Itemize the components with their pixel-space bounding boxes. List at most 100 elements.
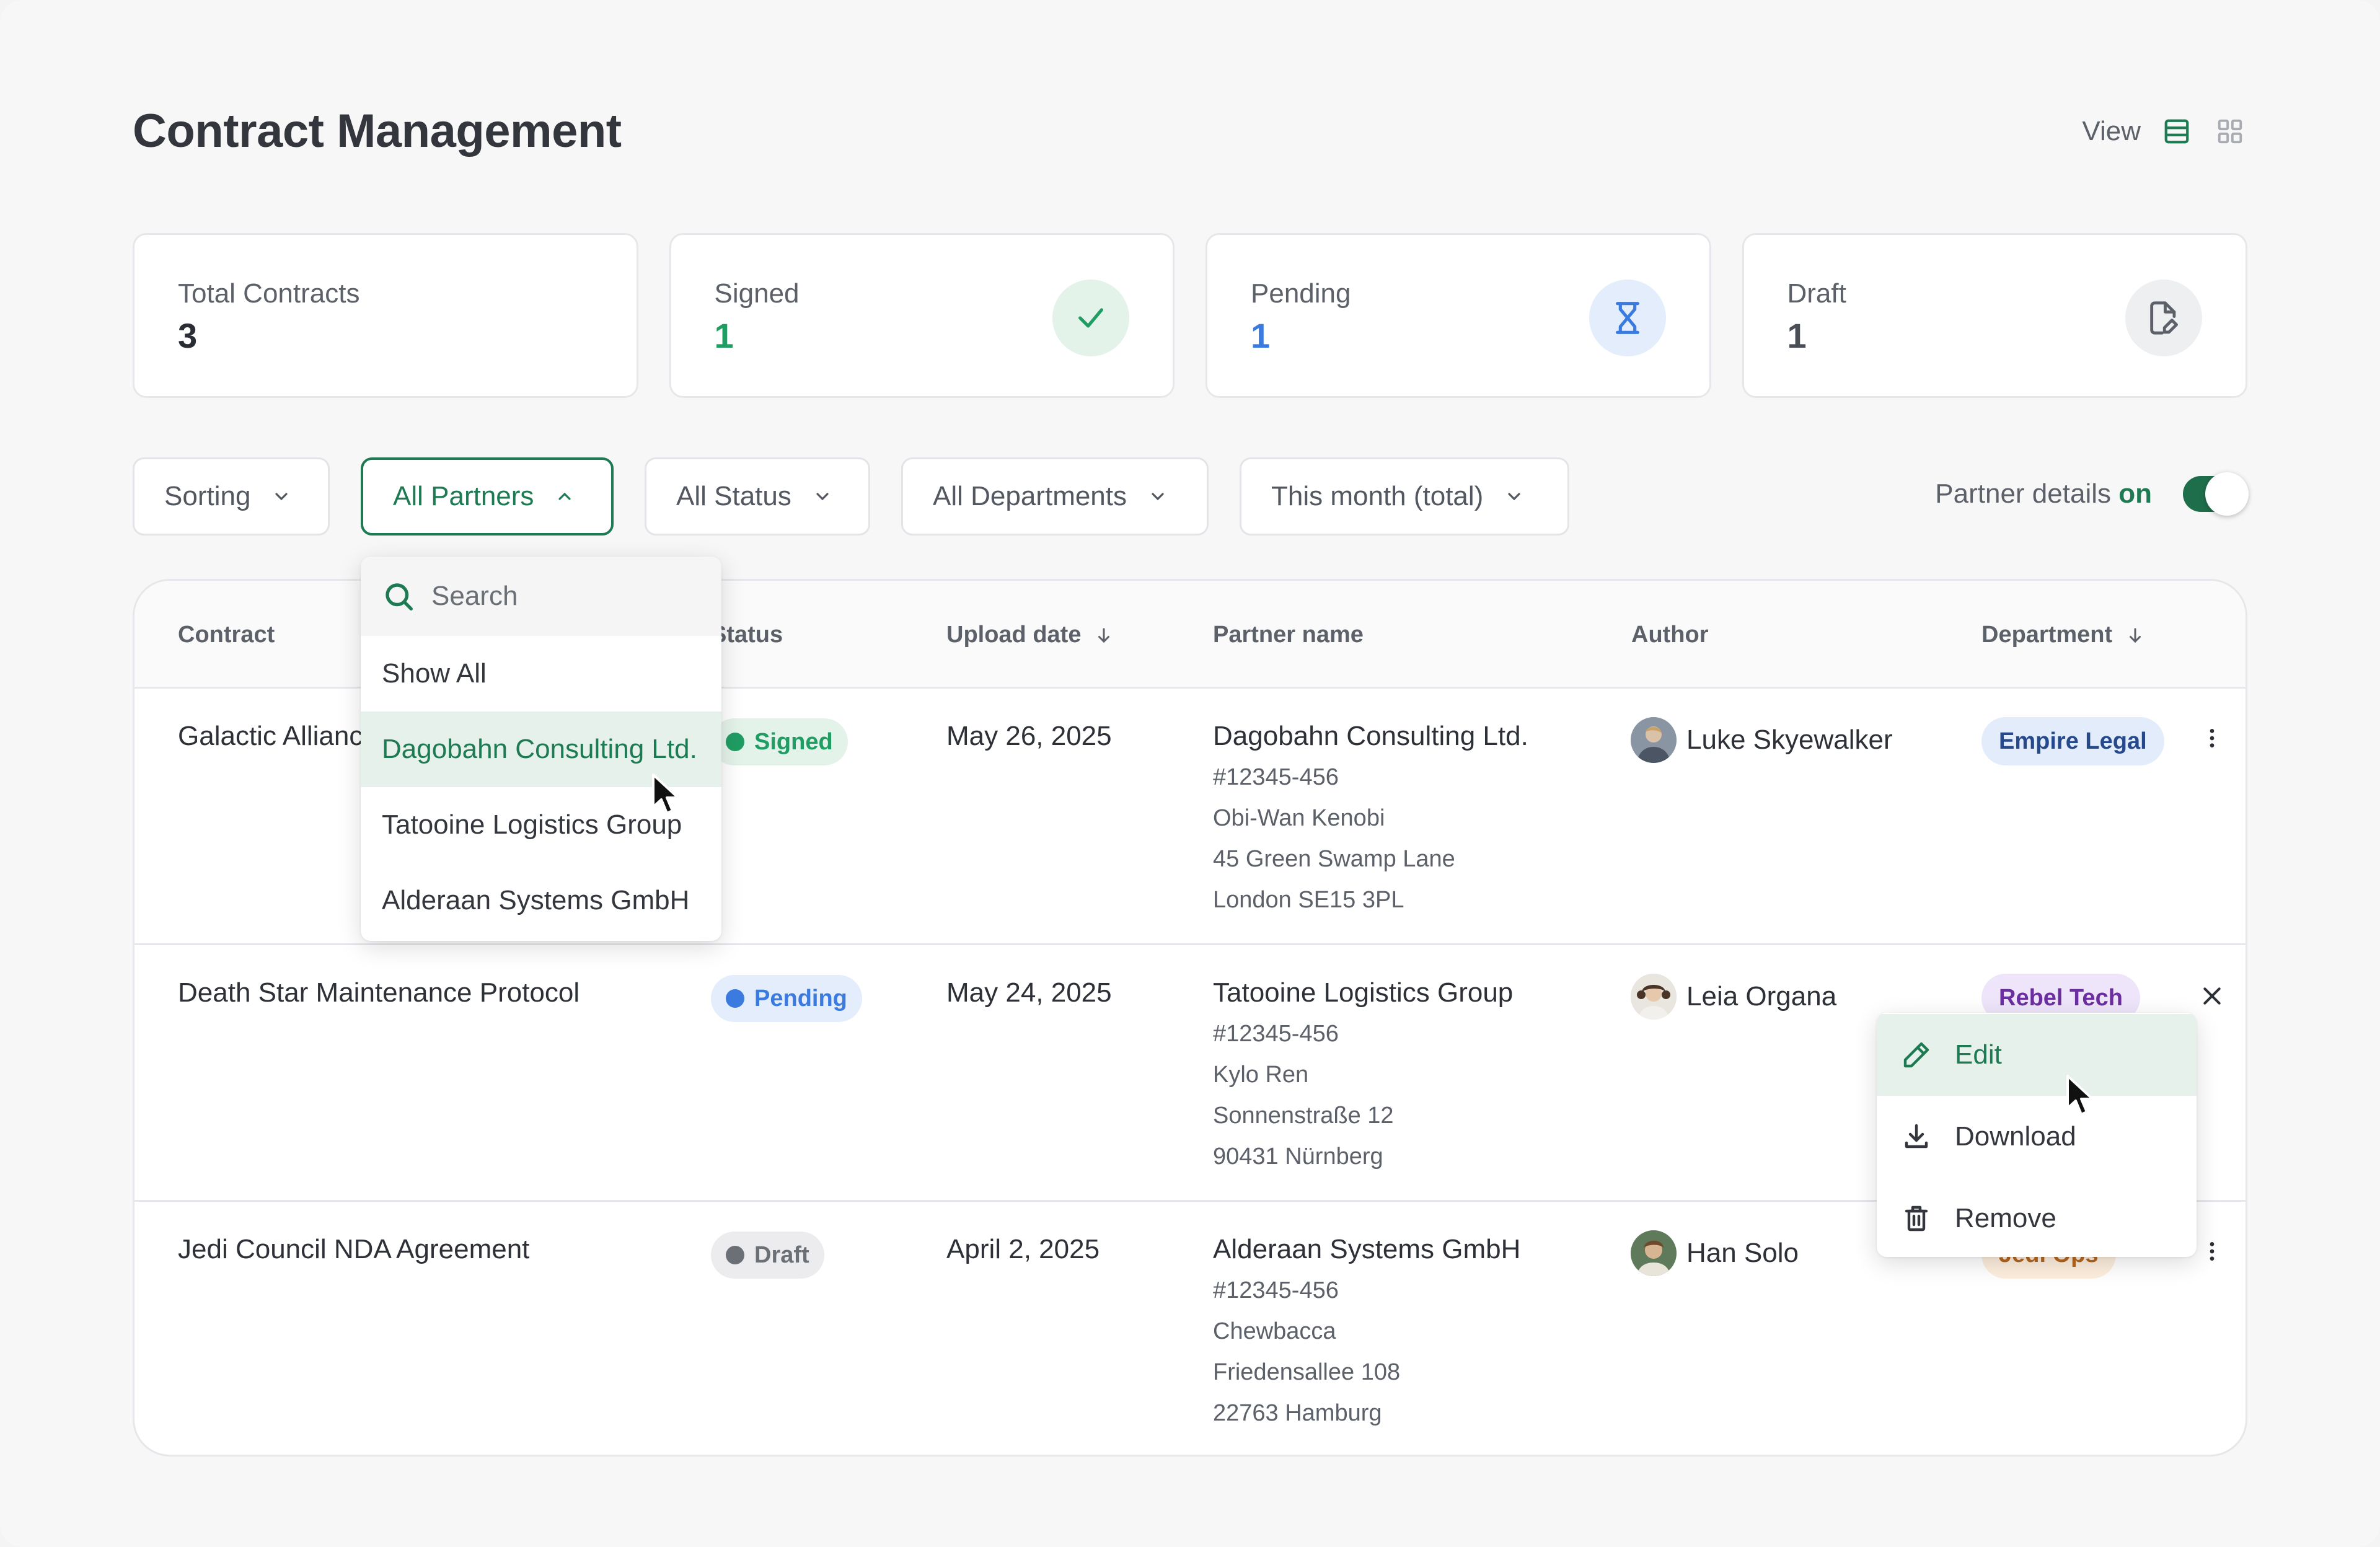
status-dot	[726, 733, 744, 751]
partner-details-toggle[interactable]	[2183, 472, 2249, 516]
partner-contact: Kylo Ren	[1213, 1062, 1309, 1088]
status-badge: Pending	[711, 975, 862, 1022]
menu-item-label: Edit	[1955, 1039, 2002, 1070]
partner-street: 45 Green Swamp Lane	[1213, 846, 1455, 872]
partner-contact: Obi-Wan Kenobi	[1213, 805, 1385, 831]
arrow-down-icon	[1098, 628, 1110, 643]
dropdown-option-show-all[interactable]: Show All	[361, 636, 721, 712]
dropdown-option-alderaan[interactable]: Alderaan Systems GmbH	[361, 863, 721, 938]
partner-name: Tatooine Logistics Group	[1213, 977, 1514, 1008]
more-options-icon[interactable]	[2193, 1233, 2231, 1270]
partner-id: #12345-456	[1213, 764, 1339, 790]
author-name: Luke Skyewalker	[1686, 725, 1893, 755]
filter-label: All Departments	[933, 481, 1127, 511]
departments-dropdown[interactable]: All Departments	[901, 457, 1209, 536]
pencil-icon	[1903, 1042, 1929, 1068]
filter-label: This month (total)	[1271, 481, 1484, 511]
column-header-author[interactable]: Author	[1631, 622, 1709, 648]
menu-item-label: Remove	[1955, 1203, 2056, 1233]
partner-search-input[interactable]: Search	[361, 557, 721, 636]
author: Leia Organa	[1631, 974, 1836, 1020]
stats-cards: Total Contracts 3 Signed 1 Pending 1 Dra…	[133, 233, 2247, 398]
list-view-icon[interactable]	[2159, 114, 2194, 149]
partner-details: Alderaan Systems GmbH #12345-456 Chewbac…	[1213, 1234, 1520, 1434]
edit-menu-item[interactable]: Edit	[1877, 1014, 2197, 1096]
close-icon[interactable]	[2193, 977, 2231, 1015]
column-header-label: Department	[1981, 622, 2113, 648]
partner-details: Dagobahn Consulting Ltd. #12345-456 Obi-…	[1213, 721, 1528, 920]
partner-id: #12345-456	[1213, 1021, 1339, 1047]
dropdown-option-tatooine[interactable]: Tatooine Logistics Group	[361, 787, 721, 863]
upload-date: April 2, 2025	[946, 1234, 1100, 1264]
page: Contract Management View Total Contracts…	[0, 0, 2380, 1547]
trash-icon	[1905, 1205, 1928, 1232]
dropdown-option-dagobahn[interactable]: Dagobahn Consulting Ltd.	[361, 712, 721, 787]
partner-city: 90431 Nürnberg	[1213, 1144, 1383, 1170]
column-header-upload-date[interactable]: Upload date	[946, 622, 1113, 648]
filter-label: All Status	[676, 481, 791, 511]
view-label: View	[2082, 116, 2141, 146]
stat-card-pending: Pending 1	[1205, 233, 1711, 398]
author-name: Leia Organa	[1686, 981, 1837, 1011]
partner-name: Alderaan Systems GmbH	[1213, 1234, 1521, 1264]
toggle-label-text: Partner details	[1935, 478, 2111, 509]
partner-street: Friedensallee 108	[1213, 1359, 1401, 1385]
toggle-state: on	[2118, 478, 2152, 509]
status-text: Pending	[754, 985, 847, 1011]
sorting-dropdown[interactable]: Sorting	[133, 457, 330, 536]
partner-contact: Chewbacca	[1213, 1318, 1336, 1344]
grid-view-icon[interactable]	[2213, 114, 2247, 149]
status-badge: Draft	[711, 1232, 824, 1279]
contract-name: Galactic Alliance	[178, 721, 378, 751]
status-badge-signed: Signed	[711, 718, 848, 765]
department: Empire Legal	[1981, 717, 2164, 765]
partner-details-label: Partner details on	[1935, 478, 2152, 509]
stat-card-draft: Draft 1	[1742, 233, 2247, 398]
status-badge-pending: Pending	[711, 975, 862, 1022]
status-badge: Signed	[711, 718, 848, 765]
search-icon	[386, 583, 413, 610]
contract-name: Jedi Council NDA Agreement	[178, 1234, 530, 1264]
partner-id: #12345-456	[1213, 1277, 1339, 1303]
column-header-label: Upload date	[946, 622, 1082, 648]
author-name: Han Solo	[1686, 1238, 1799, 1268]
check-icon	[1052, 280, 1129, 356]
hourglass-icon	[1589, 280, 1666, 356]
column-header-contract[interactable]: Contract	[178, 622, 275, 648]
chevron-down-icon	[275, 493, 288, 501]
toggle-knob	[2205, 472, 2249, 516]
download-menu-item[interactable]: Download	[1877, 1096, 2197, 1178]
upload-date: May 24, 2025	[946, 977, 1112, 1008]
upload-date: May 26, 2025	[946, 721, 1112, 751]
stat-label: Total Contracts	[178, 278, 360, 309]
column-header-status[interactable]: Status	[711, 622, 783, 648]
filter-label: All Partners	[393, 481, 534, 511]
status-text: Signed	[754, 728, 833, 755]
status-text: Draft	[754, 1241, 809, 1268]
remove-menu-item[interactable]: Remove	[1877, 1178, 2197, 1257]
department-badge: Empire Legal	[1981, 717, 2164, 765]
chevron-down-icon	[1152, 493, 1164, 501]
stat-card-signed: Signed 1	[669, 233, 1175, 398]
filter-bar: Sorting All Partners All Status All Depa…	[133, 457, 1569, 536]
partners-dropdown[interactable]: All Partners	[361, 457, 614, 536]
status-dot	[726, 1246, 744, 1264]
more-options-icon[interactable]	[2193, 720, 2231, 757]
search-placeholder: Search	[431, 581, 518, 611]
stat-card-total: Total Contracts 3	[133, 233, 638, 398]
partner-name: Dagobahn Consulting Ltd.	[1213, 721, 1528, 751]
author: Han Solo	[1631, 1230, 1799, 1276]
partners-dropdown-menu: Search Show All Dagobahn Consulting Ltd.…	[361, 557, 721, 941]
row-actions-menu: Edit Download Remove	[1877, 1013, 2197, 1257]
menu-item-label: Download	[1955, 1121, 2076, 1152]
avatar	[1631, 717, 1677, 763]
status-dropdown[interactable]: All Status	[645, 457, 870, 536]
period-dropdown[interactable]: This month (total)	[1240, 457, 1569, 536]
avatar	[1631, 1230, 1677, 1276]
status-dot	[726, 989, 744, 1008]
column-header-partner-name[interactable]: Partner name	[1213, 622, 1364, 648]
arrow-down-icon	[2130, 628, 2141, 643]
page-title: Contract Management	[133, 105, 622, 157]
column-header-department[interactable]: Department	[1981, 622, 2144, 648]
view-switcher: View	[2082, 114, 2247, 149]
